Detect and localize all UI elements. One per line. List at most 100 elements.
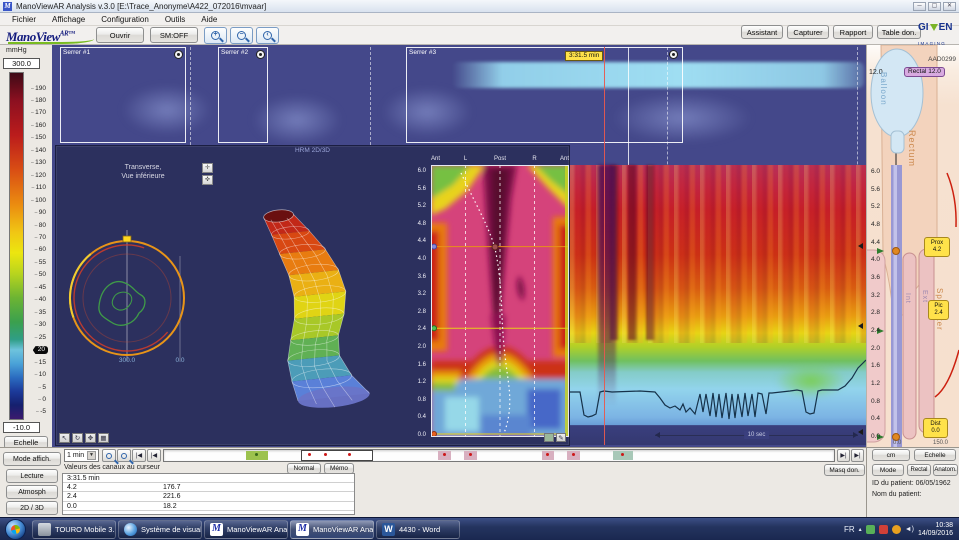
interval-zoom-out-button[interactable] bbox=[117, 449, 131, 462]
taskbar-item-4430-word[interactable]: W 4430 - Word bbox=[376, 520, 460, 539]
pointer-tool-icon[interactable]: ↖ bbox=[59, 433, 70, 443]
pressure-heatmap[interactable]: 10 sec bbox=[570, 165, 866, 445]
sleeve-settings-icon[interactable]: ✎ bbox=[556, 433, 566, 442]
polar-cross-section[interactable] bbox=[61, 228, 196, 363]
region-serrer-2[interactable]: Serrer #2 bbox=[218, 47, 268, 143]
dist-badge[interactable]: Dist 0.0 bbox=[923, 418, 948, 438]
clock[interactable]: 10:38 14/09/2016 bbox=[918, 522, 957, 538]
patient-id: ID du patient: 06/05/1962 bbox=[872, 480, 951, 487]
mode-button[interactable]: Mode bbox=[872, 464, 904, 476]
anatom-button[interactable]: Anatom. bbox=[933, 464, 958, 476]
mode-affich--button[interactable]: Mode affich. bbox=[3, 452, 61, 466]
pic-badge[interactable]: Pic 2.4 bbox=[928, 300, 949, 320]
masq-don-button[interactable]: Masq don. bbox=[824, 464, 865, 476]
timeline-marker[interactable] bbox=[438, 451, 451, 460]
timeline-marker[interactable] bbox=[464, 451, 477, 460]
manoview-window: M ManoViewAR Analysis v.3.0 [E:\Trace_An… bbox=[0, 0, 959, 540]
channel-arrow-icon[interactable] bbox=[858, 243, 863, 249]
timeline-segment-green[interactable] bbox=[246, 451, 268, 460]
rotate-tool-icon[interactable]: ↻ bbox=[72, 433, 83, 443]
cm-button[interactable]: cm bbox=[872, 449, 910, 461]
menu-fichier[interactable]: Fichier bbox=[4, 13, 44, 26]
scale-min-box[interactable]: -10.0 bbox=[3, 422, 40, 433]
taskbar-item-syst-me-de-visual-[interactable]: Système de visual... bbox=[118, 520, 202, 539]
timeline-marker[interactable] bbox=[567, 451, 580, 460]
prox-badge[interactable]: Prox 4.2 bbox=[924, 237, 950, 257]
table-don--button[interactable]: Table don. bbox=[877, 25, 921, 39]
timeline-strip[interactable] bbox=[163, 449, 835, 462]
assistant-button[interactable]: Assistant bbox=[741, 25, 783, 39]
orientation-reset-icon[interactable]: ✜ bbox=[202, 175, 213, 185]
region-serrer-1[interactable]: Serrer #1 bbox=[60, 47, 186, 143]
pressure-3d-mesh[interactable] bbox=[226, 194, 416, 424]
sleeve-label-4: Ant bbox=[559, 156, 569, 162]
sm-off-button[interactable]: SM:OFF bbox=[150, 27, 198, 43]
echelle-right-button[interactable]: Echelle bbox=[914, 449, 956, 461]
menu-aide[interactable]: Aide bbox=[193, 13, 225, 26]
grid-line bbox=[190, 47, 191, 145]
overlay-title: HRM 2D/3D bbox=[294, 147, 331, 154]
minimize-icon[interactable]: ─ bbox=[913, 2, 926, 11]
rectal-badge[interactable]: Rectal 12.0 bbox=[904, 67, 945, 77]
network-icon[interactable] bbox=[865, 525, 875, 534]
interval-zoom-in-button[interactable] bbox=[102, 449, 116, 462]
cursor-time-label[interactable]: 3:31.5 min bbox=[565, 51, 604, 61]
ouvrir-button[interactable]: Ouvrir bbox=[96, 27, 144, 43]
save-view-icon[interactable]: ▦ bbox=[98, 433, 109, 443]
taskbar-item-touro-mobile-3-[interactable]: TOURO Mobile 3... bbox=[32, 520, 116, 539]
scale-gradient-bar[interactable] bbox=[9, 72, 24, 420]
scale-max-box[interactable]: 300.0 bbox=[3, 58, 40, 69]
close-icon[interactable]: ✕ bbox=[943, 2, 956, 11]
orientation-axes-icon[interactable]: ✛ bbox=[202, 163, 213, 173]
anatomy-panel[interactable]: AAD0299 12.0 Rectal 12.0 Balloon Rectum … bbox=[866, 45, 959, 447]
language-indicator[interactable]: FR bbox=[844, 525, 855, 534]
action-center-icon[interactable] bbox=[878, 525, 888, 534]
taskbar-item-manoviewar-ana-[interactable]: M ManoViewAR Ana... bbox=[290, 520, 374, 539]
atmosph-button[interactable]: Atmosph bbox=[6, 485, 58, 499]
tray-expand-icon[interactable]: ▴ bbox=[859, 526, 862, 533]
interval-select[interactable]: 1 min ▼ bbox=[64, 449, 99, 462]
scale-ticks: 1901801701601501401301201101009080706055… bbox=[26, 72, 48, 420]
anatomy-tick-2.0: 2.0 bbox=[870, 344, 880, 352]
volume-icon[interactable]: ◄) bbox=[905, 526, 914, 533]
lecture-button[interactable]: Lecture bbox=[6, 469, 58, 483]
sleeve-tick-2.0: 2.0 bbox=[417, 344, 426, 350]
zoom-out-button[interactable]: − bbox=[230, 27, 253, 44]
menu-outils[interactable]: Outils bbox=[157, 13, 193, 26]
timeline-marker[interactable] bbox=[613, 451, 633, 460]
channel-arrow-icon[interactable] bbox=[858, 429, 863, 435]
move-tool-icon[interactable]: ✥ bbox=[85, 433, 96, 443]
scale-tick-150: 150 bbox=[31, 134, 46, 142]
zoom-in-button[interactable]: + bbox=[204, 27, 227, 44]
region-settings-icon[interactable] bbox=[669, 50, 678, 59]
region-settings-icon[interactable] bbox=[174, 50, 183, 59]
rapport-button[interactable]: Rapport bbox=[833, 25, 873, 39]
sleeve-pressure-map[interactable] bbox=[431, 165, 569, 437]
capturer-button[interactable]: Capturer bbox=[787, 25, 829, 39]
grid-line bbox=[370, 47, 371, 145]
timeline-view-window[interactable] bbox=[301, 450, 373, 461]
zoom-previous-button[interactable]: ‹ bbox=[256, 27, 279, 44]
maximize-icon[interactable]: ▢ bbox=[928, 2, 941, 11]
next-marker-button[interactable]: ▶| bbox=[837, 449, 850, 462]
region-serrer-3[interactable]: Serrer #3 bbox=[406, 47, 683, 143]
sleeve-snapshot-icon[interactable] bbox=[544, 433, 554, 442]
start-button[interactable] bbox=[5, 519, 26, 540]
polar-axis-max: 300.0 bbox=[118, 357, 136, 364]
update-icon[interactable] bbox=[891, 525, 901, 534]
rectal-button[interactable]: Rectal bbox=[907, 464, 931, 476]
scale-tick-130: 130 bbox=[31, 159, 46, 167]
timeline-marker[interactable] bbox=[542, 451, 554, 460]
time-cursor[interactable] bbox=[604, 47, 605, 445]
menu-configuration[interactable]: Configuration bbox=[93, 13, 157, 26]
channel-arrow-icon[interactable] bbox=[858, 323, 863, 329]
skip-start-button[interactable]: |◀ bbox=[132, 449, 146, 462]
hrm-3d-window[interactable]: HRM 2D/3D Transverse, Vue inférieure ✛ ✜ … bbox=[55, 145, 570, 446]
2d-3d-button[interactable]: 2D / 3D bbox=[6, 501, 58, 515]
region-settings-icon[interactable] bbox=[256, 50, 265, 59]
title-bar[interactable]: M ManoViewAR Analysis v.3.0 [E:\Trace_An… bbox=[0, 0, 959, 13]
skip-end-button[interactable]: ▶| bbox=[851, 449, 864, 462]
prev-marker-button[interactable]: |◀ bbox=[147, 449, 161, 462]
menu-affichage[interactable]: Affichage bbox=[44, 13, 93, 26]
taskbar-item-manoviewar-ana-[interactable]: M ManoViewAR Ana... bbox=[204, 520, 288, 539]
